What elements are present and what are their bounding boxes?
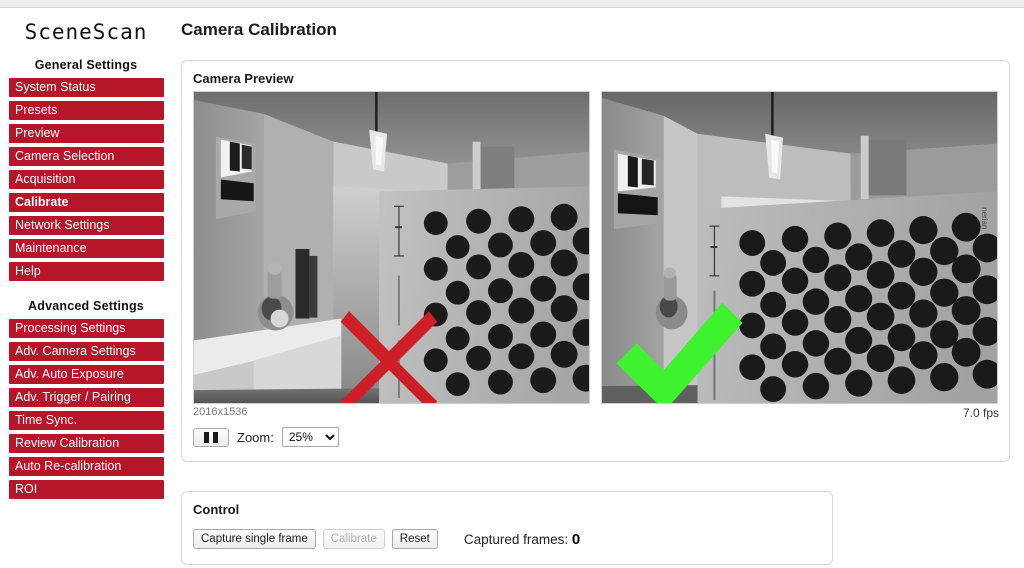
captured-frames: Captured frames: 0 <box>464 531 580 548</box>
resolution-label: 2016x1536 <box>193 406 248 418</box>
preview-toolbar: Zoom: 10%25%50%75%100% <box>193 426 339 448</box>
sidebar: SceneScan General Settings System Status… <box>0 8 172 568</box>
sidebar-item-maintenance[interactable]: Maintenance <box>9 239 164 258</box>
sidebar-item-adv-trigger-pairing[interactable]: Adv. Trigger / Pairing <box>9 388 164 407</box>
sidebar-item-camera-selection[interactable]: Camera Selection <box>9 147 164 166</box>
pause-icon-bar-right <box>213 431 218 443</box>
calibrate-button[interactable]: Calibrate <box>322 529 385 549</box>
sidebar-item-calibrate[interactable]: Calibrate <box>9 193 164 212</box>
sidebar-item-review-calibration[interactable]: Review Calibration <box>9 434 164 453</box>
sidebar-item-label: Processing Settings <box>15 321 126 335</box>
svg-text:nerian: nerian <box>980 207 989 229</box>
sidebar-item-adv-auto-exposure[interactable]: Adv. Auto Exposure <box>9 365 164 384</box>
sidebar-item-label: Adv. Auto Exposure <box>15 367 124 381</box>
captured-frames-label: Captured frames: <box>463 531 569 547</box>
sidebar-item-auto-re-calibration[interactable]: Auto Re-calibration <box>9 457 164 476</box>
captured-frames-value: 0 <box>571 530 581 548</box>
sidebar-item-processing-settings[interactable]: Processing Settings <box>9 319 164 338</box>
sidebar-item-presets[interactable]: Presets <box>9 101 164 120</box>
sidebar-heading-general: General Settings <box>34 58 138 72</box>
sidebar-item-label: Maintenance <box>15 241 87 255</box>
sidebar-item-label: Calibrate <box>15 195 69 209</box>
sidebar-heading-advanced: Advanced Settings <box>28 299 144 313</box>
control-buttons-row: Capture single frame Calibrate Reset Cap… <box>193 529 580 549</box>
window-top-strip <box>0 0 1024 8</box>
zoom-label: Zoom: <box>237 429 274 445</box>
right-camera-image[interactable]: nerian <box>601 91 998 404</box>
sidebar-general-list: System Status Presets Preview Camera Select… <box>0 78 172 281</box>
page-title: Camera Calibration <box>181 20 337 39</box>
sidebar-item-label: Adv. Camera Settings <box>15 344 136 358</box>
left-camera-image[interactable] <box>193 91 590 404</box>
pause-icon-bar-left <box>204 431 209 443</box>
left-camera-scene <box>194 92 589 403</box>
app-logo: SceneScan <box>24 20 148 44</box>
camera-preview-panel: Camera Preview nerian 2016x1536 7.0 fps … <box>181 60 1010 462</box>
pause-button[interactable] <box>193 427 229 447</box>
sidebar-item-help[interactable]: Help <box>9 262 164 281</box>
sidebar-item-time-sync[interactable]: Time Sync. <box>9 411 164 430</box>
sidebar-item-label: Acquisition <box>15 172 76 186</box>
sidebar-item-label: System Status <box>15 80 96 94</box>
sidebar-item-label: Network Settings <box>15 218 110 232</box>
sidebar-item-network-settings[interactable]: Network Settings <box>9 216 164 235</box>
sidebar-item-label: Adv. Trigger / Pairing <box>15 390 131 404</box>
sidebar-item-label: Camera Selection <box>15 149 115 163</box>
camera-images-row: nerian <box>193 91 999 404</box>
sidebar-item-preview[interactable]: Preview <box>9 124 164 143</box>
right-camera-scene: nerian <box>602 92 997 403</box>
application-window: SceneScan General Settings System Status… <box>0 0 1024 568</box>
zoom-select[interactable]: 10%25%50%75%100% <box>281 427 339 447</box>
preview-meta-row: 2016x1536 7.0 fps <box>193 406 999 422</box>
sidebar-item-adv-camera-settings[interactable]: Adv. Camera Settings <box>9 342 164 361</box>
camera-preview-title: Camera Preview <box>193 71 294 86</box>
sidebar-item-label: Presets <box>15 103 58 117</box>
capture-single-frame-button[interactable]: Capture single frame <box>193 529 316 549</box>
sidebar-item-label: Time Sync. <box>15 413 78 427</box>
sidebar-item-label: Auto Re-calibration <box>15 459 122 473</box>
control-panel: Control Capture single frame Calibrate R… <box>181 491 833 565</box>
main-content: Camera Calibration Camera Preview nerian… <box>172 8 1024 568</box>
sidebar-item-acquisition[interactable]: Acquisition <box>9 170 164 189</box>
sidebar-item-label: Help <box>15 264 41 278</box>
reset-button[interactable]: Reset <box>391 529 438 549</box>
sidebar-advanced-list: Processing Settings Adv. Camera Settings A… <box>0 319 172 499</box>
sidebar-item-roi[interactable]: ROI <box>9 480 164 499</box>
fps-label: 7.0 fps <box>962 406 999 420</box>
sidebar-item-label: ROI <box>15 482 38 496</box>
control-panel-title: Control <box>193 502 240 517</box>
sidebar-item-label: Preview <box>15 126 60 140</box>
sidebar-item-system-status[interactable]: System Status <box>9 78 164 97</box>
sidebar-item-label: Review Calibration <box>15 436 120 450</box>
